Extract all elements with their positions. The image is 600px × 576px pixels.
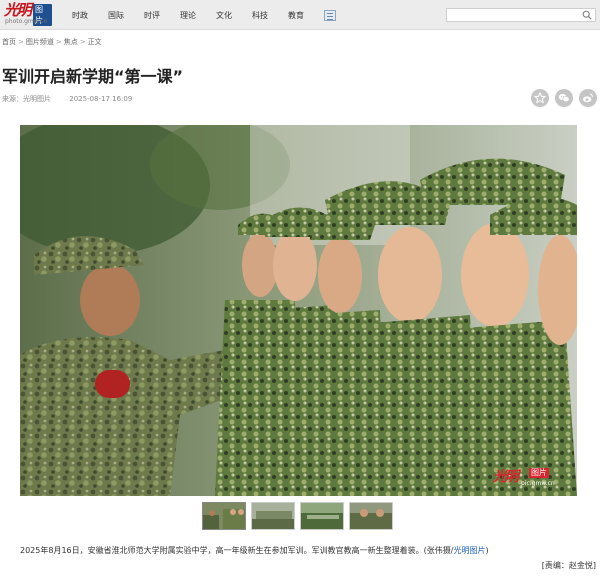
wechat-share-button[interactable] (555, 89, 573, 107)
logo-url: photo.gmw.cn (5, 18, 48, 25)
photo-caption: 2025年8月16日，安徽省淮北师范大学附属实验中学，高一年级新生在参加军训。军… (20, 545, 580, 556)
thumbnail-4[interactable] (349, 502, 393, 530)
top-bar: 光明 图片 photo.gmw.cn 时政 国际 时评 理论 文化 科技 教育 (0, 0, 600, 30)
nav-item-politics[interactable]: 时政 (62, 10, 98, 21)
search-input[interactable] (447, 9, 579, 21)
nav-item-education[interactable]: 教育 (278, 10, 314, 21)
nav-item-culture[interactable]: 文化 (206, 10, 242, 21)
breadcrumb-current: 正文 (87, 38, 102, 46)
thumbnail-strip (202, 502, 398, 530)
breadcrumb-separator: > (18, 38, 24, 46)
military-training-photo (20, 125, 577, 496)
favorite-button[interactable] (531, 89, 549, 107)
article-source: 来源：光明图片 (2, 95, 51, 103)
nav-item-technology[interactable]: 科技 (242, 10, 278, 21)
breadcrumb: 首页 > 图片频道 > 焦点 > 正文 (2, 37, 102, 47)
caption-end: ) (485, 546, 489, 555)
wechat-icon (558, 93, 570, 103)
nav-item-commentary[interactable]: 时评 (134, 10, 170, 21)
main-photo: 光明 图片 pic.gmw.cn (20, 125, 577, 496)
nav-item-international[interactable]: 国际 (98, 10, 134, 21)
article-date: 2025-08-17 16:09 (69, 95, 133, 103)
search-box (446, 8, 596, 22)
editor-credit: [责编：赵金悦] (541, 561, 596, 570)
article-meta: 来源：光明图片 2025-08-17 16:09 (2, 94, 132, 104)
site-logo[interactable]: 光明 图片 photo.gmw.cn (4, 3, 52, 27)
weibo-share-button[interactable] (579, 89, 597, 107)
caption-source-link[interactable]: 光明图片 (453, 546, 485, 555)
breadcrumb-separator: > (55, 38, 62, 46)
caption-text: 2025年8月16日，安徽省淮北师范大学附属实验中学，高一年级新生在参加军训。军… (20, 546, 454, 555)
logo-text: 光明 (4, 1, 32, 19)
weibo-icon (583, 93, 593, 103)
photo-watermark: 光明 图片 pic.gmw.cn (493, 466, 563, 488)
breadcrumb-photo-channel[interactable]: 图片频道 (26, 38, 54, 46)
star-icon (534, 92, 546, 104)
thumbnail-1[interactable] (202, 502, 246, 530)
watermark-logo-text: 光明 (493, 469, 519, 485)
thumbnail-3[interactable] (300, 502, 344, 530)
breadcrumb-separator: > (79, 38, 86, 46)
menu-icon[interactable] (324, 9, 336, 21)
search-icon[interactable] (582, 10, 592, 20)
thumbnail-2[interactable] (251, 502, 295, 530)
main-nav: 时政 国际 时评 理论 文化 科技 教育 (62, 0, 336, 30)
breadcrumb-focus[interactable]: 焦点 (64, 38, 78, 46)
watermark-badge: 图片 (529, 468, 549, 478)
watermark-url: pic.gmw.cn (521, 480, 555, 487)
nav-item-theory[interactable]: 理论 (170, 10, 206, 21)
article-title: 军训开启新学期“第一课” (2, 67, 184, 86)
breadcrumb-home[interactable]: 首页 (2, 38, 16, 46)
